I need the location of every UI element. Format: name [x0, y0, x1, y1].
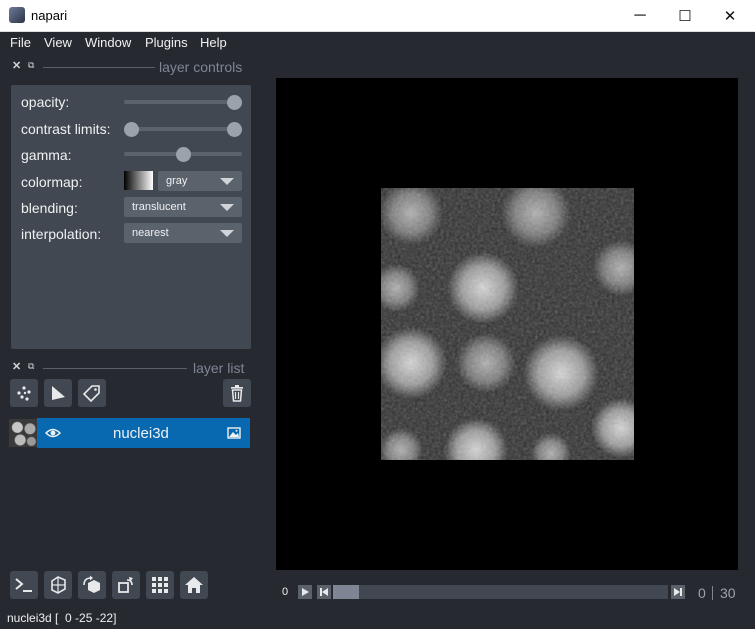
new-points-layer-button[interactable] [10, 379, 38, 407]
header-divider [43, 368, 187, 369]
layer-thumbnail [9, 419, 37, 447]
chevron-down-icon [220, 230, 234, 237]
opacity-slider-handle[interactable] [227, 95, 242, 110]
image-layer-icon [227, 427, 241, 439]
points-icon [17, 386, 31, 401]
float-dock-icon[interactable]: ⧉ [28, 361, 34, 372]
colormap-dropdown[interactable]: gray [158, 171, 242, 191]
grid-mode-button[interactable] [146, 571, 174, 599]
play-button[interactable] [298, 585, 312, 599]
status-bar: nuclei3d [ 0 -25 -22] [0, 608, 755, 629]
layer-controls-panel: opacity: contrast limits: gamma: colorma… [11, 85, 251, 349]
window-title: napari [31, 8, 68, 23]
chevron-down-icon [220, 178, 234, 185]
napari-app-icon [9, 7, 25, 23]
label-tag-icon [83, 385, 100, 402]
status-text: nuclei3d [ 0 -25 -22] [7, 611, 117, 625]
roll-cube-icon [83, 575, 100, 593]
menu-file[interactable]: File [10, 35, 31, 50]
float-dock-icon[interactable]: ⧉ [28, 60, 34, 71]
dims-slider-track[interactable] [333, 585, 668, 599]
opacity-slider[interactable] [124, 100, 242, 104]
layer-list-header: ✕ ⧉ layer list [11, 360, 251, 376]
gamma-slider-handle[interactable] [175, 147, 191, 162]
blending-dropdown[interactable]: translucent [124, 197, 242, 217]
colormap-label: colormap: [21, 174, 83, 190]
frame-divider [712, 586, 713, 600]
step-back-button[interactable] [317, 585, 331, 599]
blending-value: translucent [132, 201, 186, 213]
gamma-label: gamma: [21, 147, 72, 163]
reset-view-button[interactable] [180, 571, 208, 599]
terminal-icon [15, 578, 32, 592]
layer-list-title: layer list [193, 360, 245, 376]
cube-2d-3d-icon [51, 576, 66, 594]
minimize-button[interactable]: ─ [617, 0, 663, 31]
contrast-min-handle[interactable] [124, 122, 139, 137]
interpolation-value: nearest [132, 227, 169, 239]
close-button[interactable]: ✕ [707, 0, 753, 31]
menu-help[interactable]: Help [200, 35, 227, 50]
transpose-dimensions-button[interactable] [112, 571, 140, 599]
layer-name[interactable]: nuclei3d [113, 425, 169, 442]
blending-label: blending: [21, 200, 78, 216]
total-frames-value: 30 [720, 585, 736, 601]
header-divider [43, 67, 155, 68]
menu-window[interactable]: Window [85, 35, 131, 50]
menu-view[interactable]: View [44, 35, 72, 50]
trash-icon [231, 385, 243, 402]
colormap-preview [124, 171, 153, 190]
menu-plugins[interactable]: Plugins [145, 35, 188, 50]
layer-controls-header: ✕ ⧉ layer controls [11, 59, 251, 75]
colormap-value: gray [166, 175, 188, 187]
interpolation-dropdown[interactable]: nearest [124, 223, 242, 243]
menu-bar: File View Window Plugins Help [0, 32, 755, 54]
title-bar: napari ─ ☐ ✕ [0, 0, 755, 32]
maximize-button[interactable]: ☐ [662, 0, 708, 31]
interpolation-label: interpolation: [21, 226, 102, 242]
contrast-limits-label: contrast limits: [21, 121, 111, 137]
play-icon [302, 588, 309, 596]
home-icon [185, 577, 203, 593]
dims-slider-handle[interactable] [333, 585, 359, 599]
console-button[interactable] [10, 571, 38, 599]
axis-label: 0 [282, 586, 289, 598]
layer-controls-title: layer controls [159, 59, 243, 75]
toggle-ndisplay-button[interactable] [44, 571, 72, 599]
grid-icon [152, 577, 168, 593]
new-shapes-layer-button[interactable] [44, 379, 72, 407]
visibility-eye-icon[interactable] [45, 427, 61, 439]
opacity-label: opacity: [21, 94, 70, 110]
contrast-max-handle[interactable] [227, 122, 242, 137]
nuclei-image-slice [381, 188, 634, 460]
dims-slider-bar: 0 0 30 [276, 582, 738, 604]
delete-layer-button[interactable] [223, 379, 251, 407]
close-dock-icon[interactable]: ✕ [12, 59, 21, 72]
close-dock-icon[interactable]: ✕ [12, 360, 21, 373]
contrast-limits-slider[interactable] [124, 127, 242, 131]
step-forward-button[interactable] [671, 585, 685, 599]
chevron-down-icon [220, 204, 234, 211]
shapes-icon [52, 386, 65, 400]
new-labels-layer-button[interactable] [78, 379, 106, 407]
transpose-icon [118, 577, 133, 593]
layer-list-item[interactable]: nuclei3d [37, 418, 250, 448]
current-frame-value[interactable]: 0 [698, 585, 706, 601]
roll-dimensions-button[interactable] [78, 571, 106, 599]
